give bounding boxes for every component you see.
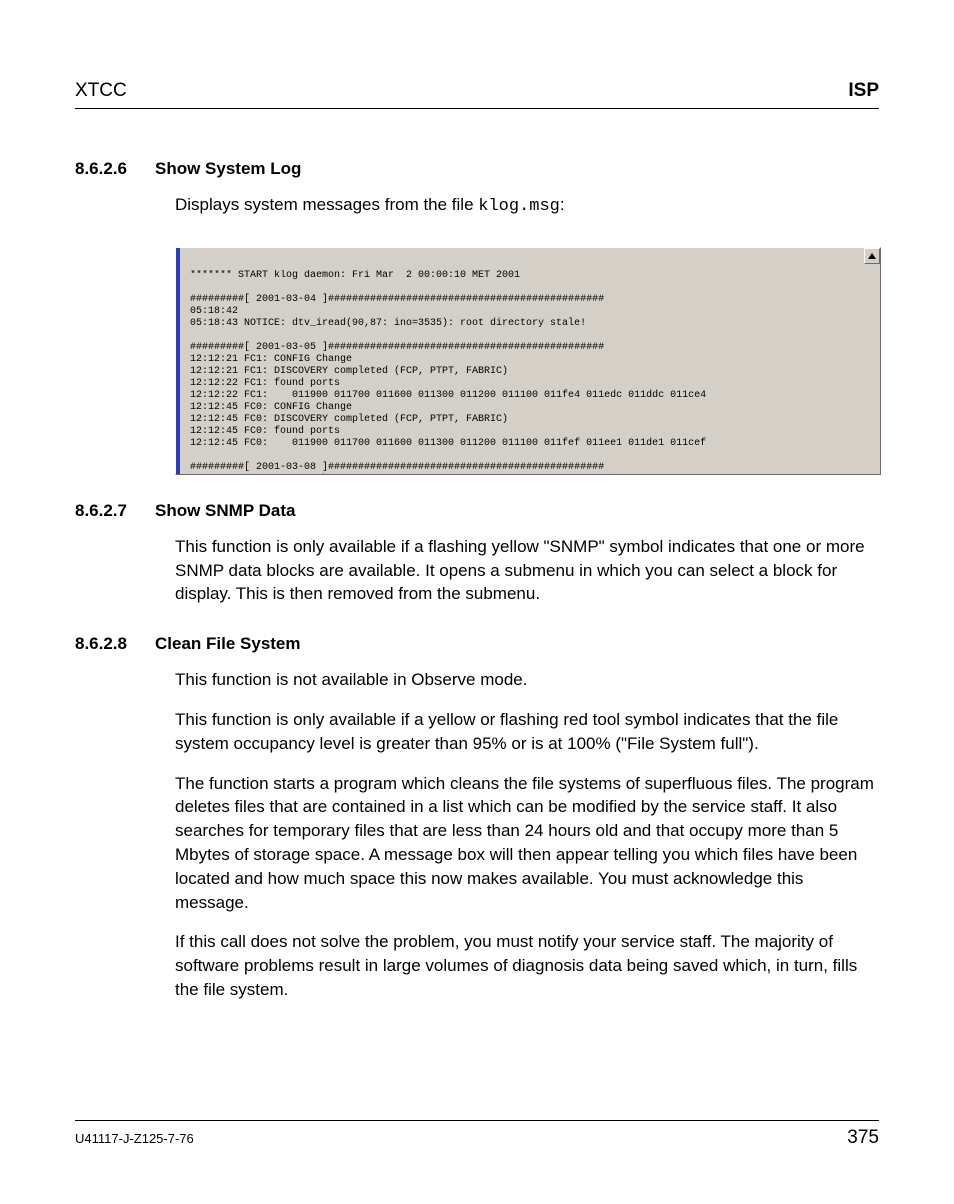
page: XTCC ISP 8.6.2.6 Show System Log Display… — [0, 0, 954, 1204]
footer: U41117-J-Z125-7-76 375 — [75, 1120, 879, 1149]
section-show-system-log: 8.6.2.6 Show System Log Displays system … — [75, 159, 879, 219]
log-text-area: ******* START klog daemon: Fri Mar 2 00:… — [190, 270, 858, 474]
section-heading: 8.6.2.6 Show System Log — [75, 159, 879, 179]
section-title: Show System Log — [155, 159, 301, 179]
scroll-up-button[interactable] — [864, 248, 880, 264]
paragraph: If this call does not solve the problem,… — [175, 930, 879, 1001]
paragraph: This function is not available in Observ… — [175, 668, 879, 692]
scrollbar[interactable] — [864, 248, 880, 474]
section-body: This function is not available in Observ… — [175, 668, 879, 1002]
section-body: Displays system messages from the file k… — [175, 193, 879, 219]
section-clean-file-system: 8.6.2.8 Clean File System This function … — [75, 634, 879, 1002]
section-body: This function is only available if a fla… — [175, 535, 879, 606]
paragraph: This function is only available if a fla… — [175, 535, 879, 606]
section-heading: 8.6.2.7 Show SNMP Data — [75, 501, 879, 521]
header-rule — [75, 108, 879, 109]
system-log-screenshot: ******* START klog daemon: Fri Mar 2 00:… — [175, 247, 881, 475]
paragraph: This function is only available if a yel… — [175, 708, 879, 756]
section-show-snmp-data: 8.6.2.7 Show SNMP Data This function is … — [75, 501, 879, 606]
paragraph: Displays system messages from the file k… — [175, 193, 879, 219]
doc-id: U41117-J-Z125-7-76 — [75, 1131, 194, 1146]
running-header: XTCC ISP — [75, 80, 879, 102]
paragraph: The function starts a program which clea… — [175, 772, 879, 915]
section-number: 8.6.2.6 — [75, 159, 155, 179]
section-number: 8.6.2.7 — [75, 501, 155, 521]
page-number: 375 — [847, 1127, 879, 1149]
section-heading: 8.6.2.8 Clean File System — [75, 634, 879, 654]
log-output: ******* START klog daemon: Fri Mar 2 00:… — [190, 270, 858, 474]
header-right: ISP — [848, 80, 879, 102]
inline-code: klog.msg — [478, 197, 560, 216]
section-number: 8.6.2.8 — [75, 634, 155, 654]
footer-row: U41117-J-Z125-7-76 375 — [75, 1127, 879, 1149]
footer-rule — [75, 1120, 879, 1121]
header-left: XTCC — [75, 80, 127, 102]
text: Displays system messages from the file — [175, 195, 478, 214]
window-accent-stripe — [176, 248, 180, 474]
section-title: Clean File System — [155, 634, 301, 654]
content: 8.6.2.6 Show System Log Displays system … — [75, 159, 879, 1002]
text: : — [560, 195, 565, 214]
section-title: Show SNMP Data — [155, 501, 295, 521]
